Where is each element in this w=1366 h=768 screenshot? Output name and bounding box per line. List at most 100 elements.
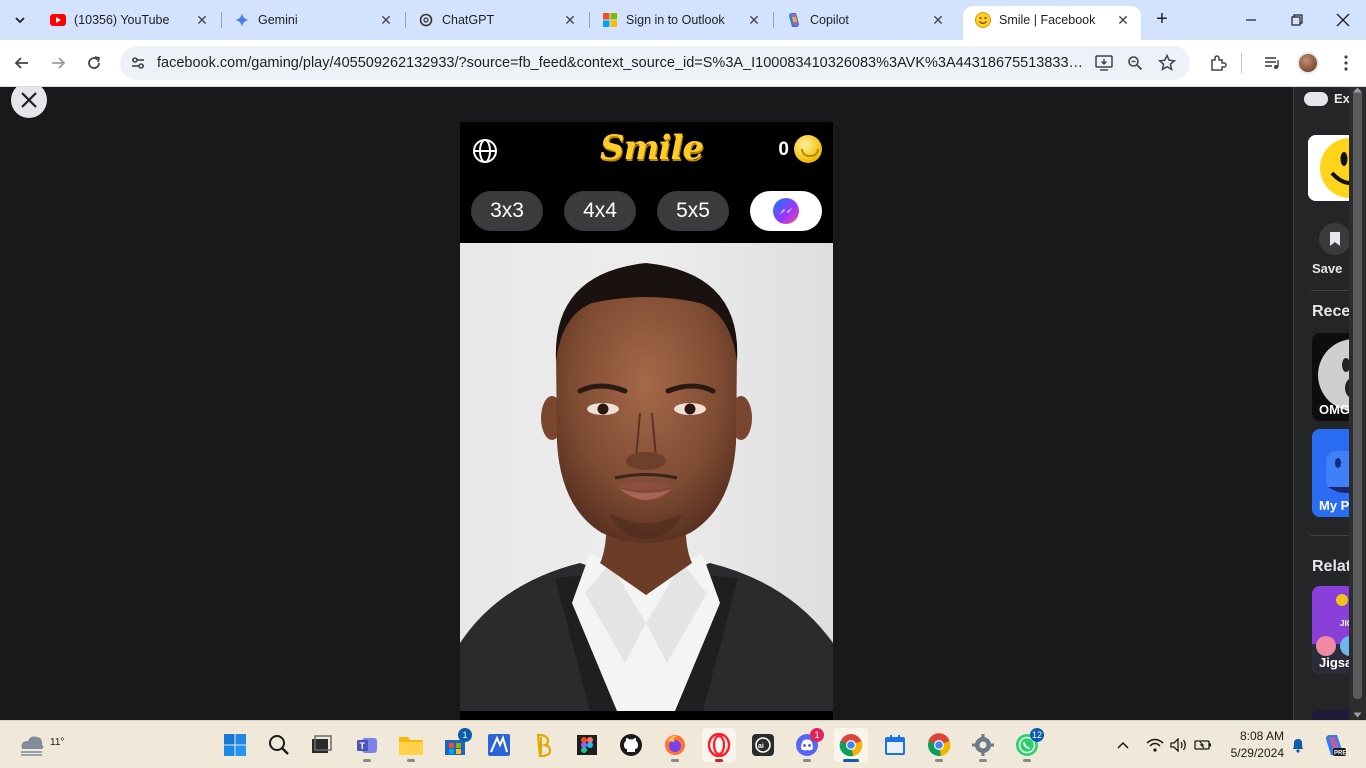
figma-app[interactable]	[570, 728, 604, 762]
volume-status[interactable]	[1169, 735, 1189, 755]
settings-icon	[972, 734, 994, 756]
scroll-up-arrow-icon[interactable]	[1353, 87, 1362, 93]
close-tab-icon[interactable]: ✕	[1115, 12, 1131, 28]
back-arrow-icon	[14, 57, 28, 69]
tab-gemini[interactable]: Gemini ✕	[222, 6, 404, 34]
copilot-tray-button[interactable]: PRE	[1322, 733, 1346, 757]
close-tab-icon[interactable]: ✕	[194, 12, 210, 28]
settings-app[interactable]	[966, 728, 1000, 762]
exit-game-button[interactable]: Exi	[1304, 91, 1354, 106]
chrome-menu-icon[interactable]	[1334, 51, 1358, 75]
active-window-indicator	[843, 759, 859, 762]
scrollbar-thumb[interactable]	[1353, 89, 1362, 699]
task-view-button[interactable]	[304, 728, 338, 762]
close-tab-icon[interactable]: ✕	[562, 12, 578, 28]
opera-app[interactable]	[702, 728, 736, 762]
github-app[interactable]	[614, 728, 648, 762]
battery-status[interactable]	[1193, 735, 1213, 755]
chrome-app[interactable]	[834, 728, 868, 762]
taskbar-search-button[interactable]	[262, 728, 296, 762]
battery-plug-icon	[1194, 740, 1211, 750]
svg-text:ai: ai	[758, 743, 764, 750]
system-clock[interactable]: 8:08 AM 5/29/2024	[1226, 728, 1284, 762]
tab-search-button[interactable]	[6, 6, 34, 34]
yellow-app-icon	[536, 733, 552, 757]
wifi-status[interactable]	[1145, 735, 1165, 755]
gamepad-icon	[1304, 91, 1328, 106]
start-button[interactable]	[218, 728, 252, 762]
calendar-app[interactable]	[878, 728, 912, 762]
url-text[interactable]: facebook.com/gaming/play/405509262132933…	[157, 55, 1085, 71]
chevron-down-icon	[15, 17, 25, 24]
save-button[interactable]	[1319, 223, 1351, 255]
show-hidden-icons-button[interactable]	[1113, 735, 1133, 755]
tab-chatgpt[interactable]: ChatGPT ✕	[406, 6, 588, 34]
mode-3x3-button[interactable]: 3x3	[471, 191, 543, 231]
chrome-profile-icon	[928, 733, 951, 756]
messenger-share-button[interactable]	[750, 191, 822, 231]
cloud-weather-icon	[21, 736, 44, 756]
bookmark-star-icon[interactable]	[1157, 53, 1177, 73]
close-tab-icon[interactable]: ✕	[930, 12, 946, 28]
notifications-button[interactable]	[1288, 735, 1308, 755]
site-info-icon[interactable]	[128, 53, 148, 73]
chrome-icon	[839, 734, 863, 757]
whatsapp-app[interactable]: 12	[1010, 728, 1044, 762]
folder-icon	[399, 737, 423, 755]
chevron-up-icon	[1117, 741, 1129, 749]
running-indicator	[803, 759, 811, 762]
game-sidebar: Exi Save Recen OMG My P Relate Jigsa	[1293, 87, 1366, 720]
media-control-icon[interactable]	[1260, 51, 1284, 75]
tab-youtube[interactable]: (10356) YouTube ✕	[38, 6, 220, 34]
chrome-profile-app[interactable]	[922, 728, 956, 762]
discord-app[interactable]: 1	[790, 728, 824, 762]
close-game-button[interactable]	[11, 87, 47, 118]
mode-4x4-button[interactable]: 4x4	[564, 191, 636, 231]
weather-widget[interactable]: 11°	[16, 729, 64, 761]
new-tab-button[interactable]: +	[1150, 8, 1174, 32]
tab-outlook[interactable]: Sign in to Outlook ✕	[590, 6, 772, 34]
tab-title: Smile | Facebook	[999, 13, 1096, 27]
close-window-button[interactable]	[1320, 0, 1366, 40]
close-tab-icon[interactable]: ✕	[378, 12, 394, 28]
mode-5x5-button[interactable]: 5x5	[657, 191, 729, 231]
youtube-icon	[50, 12, 66, 28]
close-tab-icon[interactable]: ✕	[746, 12, 762, 28]
reload-button[interactable]	[80, 49, 108, 77]
puzzle-photo[interactable]	[460, 243, 833, 711]
firefox-app[interactable]	[658, 728, 692, 762]
speaker-icon	[1170, 738, 1186, 752]
yellow-app[interactable]	[526, 728, 560, 762]
globe-icon[interactable]	[472, 138, 498, 164]
file-explorer-app[interactable]	[394, 728, 428, 762]
recent-game-label: OMG	[1319, 402, 1351, 417]
minimize-button[interactable]	[1228, 0, 1274, 40]
restore-button[interactable]	[1274, 0, 1320, 40]
running-indicator	[407, 759, 415, 762]
copilot-icon	[786, 12, 802, 28]
scroll-down-arrow-icon[interactable]	[1353, 712, 1362, 718]
dark-app[interactable]: ai	[746, 728, 780, 762]
address-bar[interactable]: facebook.com/gaming/play/405509262132933…	[120, 46, 1190, 80]
smile-game-frame: Smile 0 3x3 4x4 5x5	[460, 122, 833, 720]
running-indicator	[715, 759, 723, 762]
reload-icon	[88, 56, 101, 69]
profile-avatar[interactable]	[1296, 51, 1320, 75]
sidebar-scrollbar[interactable]	[1349, 87, 1366, 720]
tab-title: Gemini	[258, 13, 298, 27]
back-button[interactable]	[8, 49, 36, 77]
install-app-icon[interactable]	[1094, 53, 1114, 73]
extensions-icon[interactable]	[1206, 51, 1230, 75]
bell-icon	[1293, 739, 1303, 753]
tab-smile-facebook[interactable]: Smile | Facebook ✕	[963, 6, 1141, 40]
zoom-icon[interactable]	[1125, 53, 1145, 73]
store-app[interactable]: 1	[438, 728, 472, 762]
weather-temperature: 11°	[50, 737, 65, 748]
teams-app[interactable]: T	[350, 728, 384, 762]
close-icon	[21, 92, 37, 108]
tab-copilot[interactable]: Copilot ✕	[774, 6, 956, 34]
messenger-icon	[773, 198, 799, 224]
blue-app[interactable]	[482, 728, 516, 762]
forward-button[interactable]	[44, 49, 72, 77]
dark-app-icon: ai	[752, 734, 774, 756]
